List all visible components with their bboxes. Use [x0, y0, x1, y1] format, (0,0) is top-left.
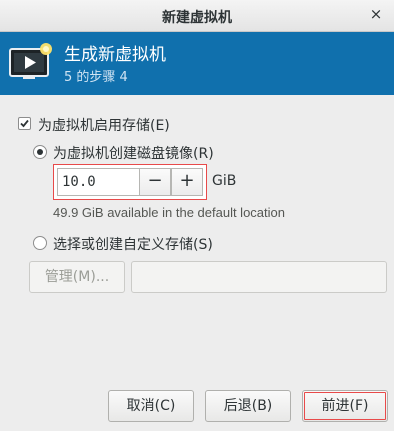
back-button[interactable]: 后退(B): [205, 390, 291, 422]
check-icon: [20, 119, 29, 128]
wizard-step: 5 的步骤 4: [64, 70, 128, 85]
cancel-button[interactable]: 取消(C): [108, 390, 194, 422]
enable-storage-checkbox[interactable]: [18, 117, 31, 130]
decrement-button[interactable]: −: [139, 168, 171, 196]
size-unit-label: GiB: [212, 173, 237, 189]
wizard-header: 生成新虚拟机 5 的步骤 4: [0, 32, 394, 95]
disk-size-input[interactable]: [57, 168, 139, 196]
create-disk-radio[interactable]: [33, 145, 47, 159]
enable-storage-label[interactable]: 为虚拟机启用存储(E): [38, 115, 170, 135]
available-space-text: 49.9 GiB available in the default locati…: [53, 205, 285, 220]
radio-selected-dot: [37, 149, 43, 155]
window-title: 新建虚拟机: [162, 10, 232, 26]
custom-storage-label[interactable]: 选择或创建自定义存储(S): [53, 234, 213, 254]
title-bar: 新建虚拟机 ×: [0, 0, 394, 32]
wizard-title: 生成新虚拟机: [64, 45, 166, 65]
disk-size-spinner: − +: [53, 164, 207, 200]
custom-path-field[interactable]: [131, 261, 387, 293]
monitor-play-icon: [9, 43, 52, 79]
custom-storage-radio[interactable]: [33, 236, 47, 250]
close-icon[interactable]: ×: [368, 6, 384, 22]
manage-button[interactable]: 管理(M)...: [29, 261, 125, 293]
create-disk-label[interactable]: 为虚拟机创建磁盘镜像(R): [53, 143, 214, 163]
forward-button[interactable]: 前进(F): [302, 390, 388, 422]
increment-button[interactable]: +: [171, 168, 203, 196]
